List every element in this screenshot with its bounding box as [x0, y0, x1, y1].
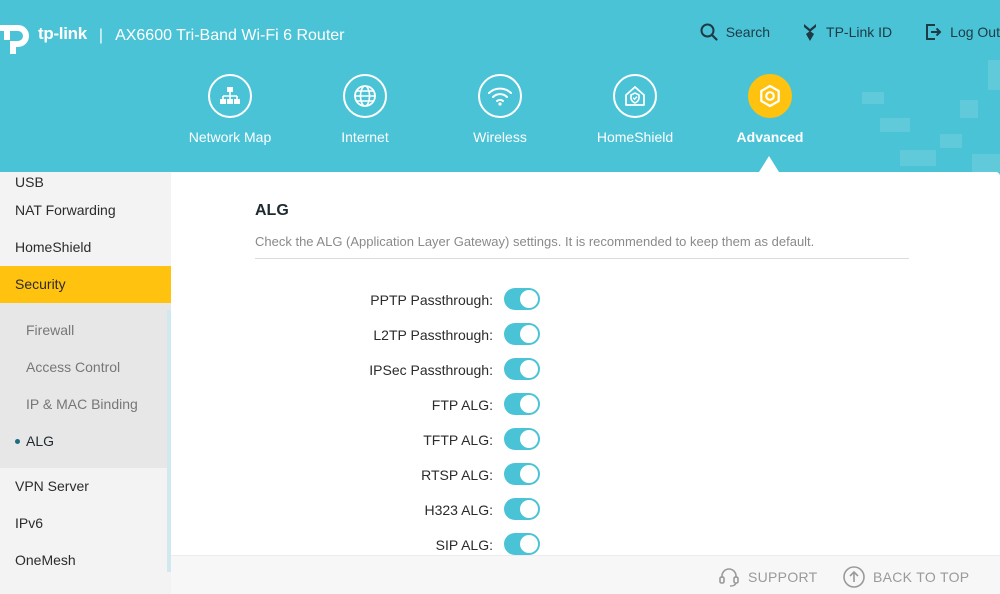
nav-network-map[interactable]: Network Map	[170, 74, 290, 145]
nav-active-indicator	[759, 156, 779, 172]
sidebar-subitem-alg[interactable]: ALG	[0, 423, 171, 460]
tp-link-logo-icon	[0, 20, 36, 54]
tp-link-id-icon	[804, 24, 817, 41]
nav-advanced[interactable]: Advanced	[710, 74, 830, 145]
support-label: SUPPORT	[748, 569, 818, 585]
wifi-icon	[478, 74, 522, 118]
sidebar-item-vpn-server[interactable]: VPN Server	[0, 468, 171, 505]
nav-label: Internet	[341, 129, 389, 145]
nav-homeshield[interactable]: HomeShield	[575, 74, 695, 145]
page-description: Check the ALG (Application Layer Gateway…	[255, 234, 815, 249]
product-title: AX6600 Tri-Band Wi-Fi 6 Router	[115, 27, 345, 44]
brand-name: tp-link	[38, 24, 87, 43]
globe-icon	[343, 74, 387, 118]
setting-row-l2tp: L2TP Passthrough:	[171, 317, 1000, 352]
rtsp-alg-toggle[interactable]	[504, 463, 540, 485]
toggle-knob	[520, 535, 538, 553]
ipsec-passthrough-toggle[interactable]	[504, 358, 540, 380]
back-to-top-link[interactable]: BACK TO TOP	[843, 566, 969, 588]
logout-button[interactable]: Log Out	[924, 23, 1000, 41]
sidebar-subitem-firewall[interactable]: Firewall	[0, 312, 171, 349]
network-map-icon	[208, 74, 252, 118]
setting-row-pptp: PPTP Passthrough:	[171, 282, 1000, 317]
setting-row-tftp: TFTP ALG:	[171, 422, 1000, 457]
setting-row-ipsec: IPSec Passthrough:	[171, 352, 1000, 387]
sidebar-item-homeshield[interactable]: HomeShield	[0, 229, 171, 266]
page-title: ALG	[255, 202, 289, 219]
main-panel: ALG Check the ALG (Application Layer Gat…	[171, 172, 1000, 594]
logout-label: Log Out	[950, 24, 1000, 40]
sidebar-item-security[interactable]: Security	[0, 266, 171, 303]
setting-label: H323 ALG:	[424, 502, 494, 518]
setting-label: RTSP ALG:	[421, 467, 493, 483]
tp-link-id-button[interactable]: TP-Link ID	[802, 22, 892, 42]
sidebar-subitem-ip-mac-binding[interactable]: IP & MAC Binding	[0, 386, 171, 423]
divider	[255, 258, 909, 259]
sidebar: USB NAT Forwarding HomeShield Security F…	[0, 172, 171, 594]
support-headset-icon	[719, 568, 739, 587]
setting-label: PPTP Passthrough:	[370, 292, 493, 308]
search-icon	[700, 23, 718, 41]
setting-row-ftp: FTP ALG:	[171, 387, 1000, 422]
sidebar-item-onemesh[interactable]: OneMesh	[0, 542, 171, 579]
main-nav: Network Map Internet Wireless HomeShield…	[0, 74, 1000, 172]
nav-label: Wireless	[473, 129, 527, 145]
top-actions: Search TP-Link ID Log Out	[668, 22, 1000, 42]
nav-internet[interactable]: Internet	[305, 74, 425, 145]
sidebar-item-nat-forwarding[interactable]: NAT Forwarding	[0, 192, 171, 229]
h323-alg-toggle[interactable]	[504, 498, 540, 520]
title-separator: |	[98, 27, 104, 44]
l2tp-passthrough-toggle[interactable]	[504, 323, 540, 345]
nav-label: Network Map	[188, 129, 272, 145]
toggle-knob	[520, 290, 538, 308]
setting-row-h323: H323 ALG:	[171, 492, 1000, 527]
nav-wireless[interactable]: Wireless	[440, 74, 560, 145]
home-shield-icon	[613, 74, 657, 118]
toggle-knob	[520, 395, 538, 413]
search-label: Search	[725, 24, 771, 40]
logo[interactable]: tp-link | AX6600 Tri-Band Wi-Fi 6 Router	[0, 20, 344, 54]
sidebar-item-usb[interactable]: USB	[0, 172, 171, 192]
logout-icon	[926, 24, 942, 40]
search-button[interactable]: Search	[700, 23, 770, 41]
sidebar-subitem-label: ALG	[26, 433, 55, 449]
setting-label: FTP ALG:	[431, 397, 493, 413]
setting-label: TFTP ALG:	[423, 432, 493, 448]
setting-row-rtsp: RTSP ALG:	[171, 457, 1000, 492]
tp-link-id-label: TP-Link ID	[826, 24, 893, 40]
support-link[interactable]: SUPPORT	[718, 566, 818, 588]
back-to-top-label: BACK TO TOP	[873, 569, 970, 585]
sip-alg-toggle[interactable]	[504, 533, 540, 555]
advanced-gear-icon	[748, 74, 792, 118]
sidebar-subitem-access-control[interactable]: Access Control	[0, 349, 171, 386]
nav-label: HomeShield	[596, 129, 674, 145]
tftp-alg-toggle[interactable]	[504, 428, 540, 450]
pptp-passthrough-toggle[interactable]	[504, 288, 540, 310]
setting-label: IPSec Passthrough:	[369, 362, 493, 378]
toggle-knob	[520, 465, 538, 483]
current-item-dot	[15, 438, 20, 444]
footer: SUPPORT BACK TO TOP	[171, 555, 1000, 594]
toggle-knob	[520, 500, 538, 518]
toggle-knob	[520, 430, 538, 448]
toggle-knob	[520, 360, 538, 378]
sidebar-item-ipv6[interactable]: IPv6	[0, 505, 171, 542]
arrow-up-circle-icon	[843, 566, 865, 588]
setting-label: L2TP Passthrough:	[373, 327, 493, 343]
header: tp-link | AX6600 Tri-Band Wi-Fi 6 Router…	[0, 0, 1000, 172]
toggle-knob	[520, 325, 538, 343]
alg-settings: PPTP Passthrough: L2TP Passthrough: IPSe…	[171, 282, 1000, 562]
ftp-alg-toggle[interactable]	[504, 393, 540, 415]
security-submenu: Firewall Access Control IP & MAC Binding…	[0, 303, 171, 468]
setting-label: SIP ALG:	[435, 537, 493, 553]
nav-label: Advanced	[736, 129, 804, 145]
